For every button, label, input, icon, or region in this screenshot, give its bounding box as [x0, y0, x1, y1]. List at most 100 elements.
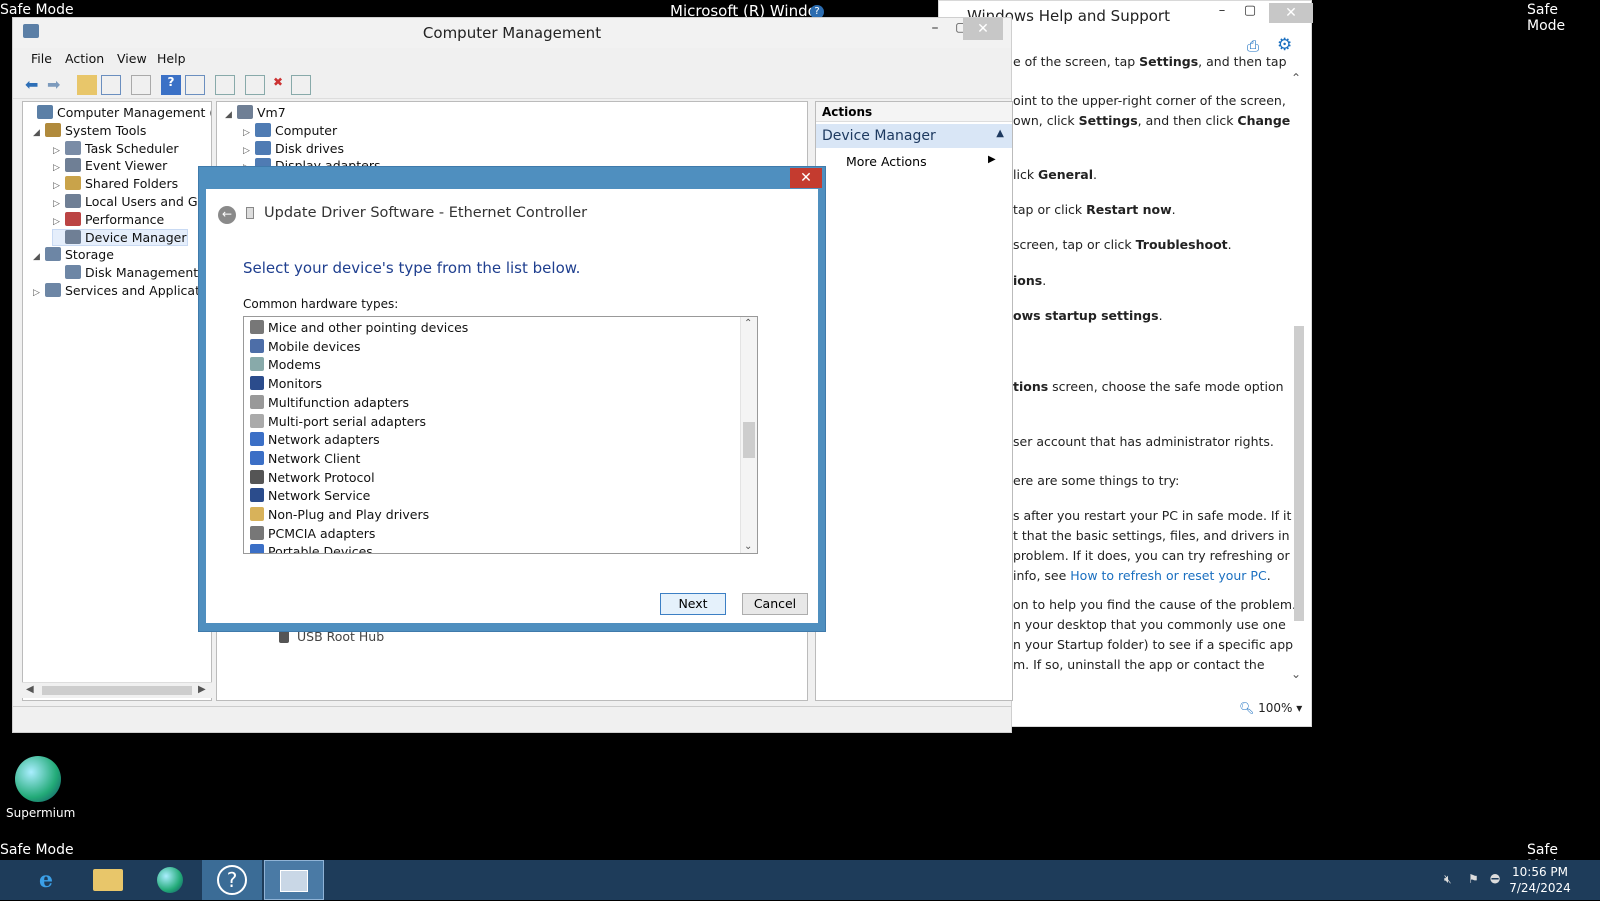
hardware-type-item[interactable]: Network adapters: [250, 432, 380, 451]
hardware-list-scrollbar[interactable]: ⌃ ⌄: [740, 317, 757, 553]
help-line-bold: ions: [1013, 273, 1043, 288]
expand-arrow-icon[interactable]: ▷: [53, 199, 65, 209]
help-line-text: , and then click: [1137, 113, 1238, 128]
back-arrow-icon[interactable]: ⬅: [25, 75, 45, 95]
help-link-refresh-reset[interactable]: How to refresh or reset your PC: [1070, 568, 1266, 583]
hardware-type-item[interactable]: PCMCIA adapters: [250, 525, 375, 545]
network-error-icon[interactable]: ⛔︎: [1490, 872, 1500, 887]
device-category-icon: [237, 105, 253, 119]
hardware-type-item[interactable]: Network Service: [250, 488, 370, 507]
up-folder-icon[interactable]: [77, 75, 97, 95]
dialog-title: Update Driver Software - Ethernet Contro…: [264, 205, 588, 221]
hardware-type-item[interactable]: Mice and other pointing devices: [250, 320, 468, 339]
gear-icon[interactable]: ⚙: [1277, 35, 1292, 55]
volume-muted-icon[interactable]: 🔇︎: [1444, 872, 1452, 887]
hardware-type-item[interactable]: Network Client: [250, 450, 360, 470]
print-icon[interactable]: ⎙: [1247, 37, 1259, 55]
expand-arrow-icon[interactable]: ▷: [243, 146, 255, 156]
hardware-type-item[interactable]: Mobile devices: [250, 338, 361, 358]
expand-arrow-icon[interactable]: ▷: [243, 128, 255, 138]
supermium-taskbar-icon[interactable]: [140, 860, 200, 900]
menu-view[interactable]: View: [117, 51, 147, 66]
menu-action[interactable]: Action: [65, 51, 104, 66]
tree-item[interactable]: ▷ Performance: [53, 211, 164, 227]
hardware-type-list[interactable]: Mice and other pointing devices Mobile de…: [243, 316, 758, 554]
hardware-type-icon: [250, 544, 264, 553]
tree-item[interactable]: ▷ Local Users and Group: [53, 194, 211, 209]
menu-help[interactable]: Help: [157, 51, 186, 66]
scroll-down-icon[interactable]: ⌄: [744, 541, 752, 552]
cm-close-button[interactable]: ✕: [963, 18, 1003, 40]
expand-arrow-icon[interactable]: ▷: [33, 288, 45, 298]
scroll-down-icon[interactable]: ⌄: [1291, 667, 1301, 681]
tree-item[interactable]: ▷ Event Viewer: [53, 158, 167, 173]
help-minimize-button[interactable]: –: [1208, 3, 1236, 23]
more-actions-item[interactable]: More Actions: [846, 154, 927, 169]
hardware-type-item[interactable]: Multi-port serial adapters: [250, 413, 426, 433]
tree-item[interactable]: Computer Management (Local: [25, 105, 211, 120]
scan-hardware-icon[interactable]: [215, 75, 235, 95]
properties-icon[interactable]: [131, 75, 151, 95]
device-category-item[interactable]: ◢ Vm7: [225, 105, 286, 120]
hardware-type-item[interactable]: Modems: [250, 357, 321, 376]
tree-item[interactable]: Device Manager: [52, 228, 188, 246]
uninstall-icon[interactable]: ✖: [268, 75, 288, 95]
tree-horizontal-scrollbar[interactable]: ◀ ▶: [22, 682, 212, 698]
help-close-button[interactable]: ✕: [1269, 3, 1313, 23]
tree-item[interactable]: ◢ System Tools: [33, 122, 146, 138]
tree-item[interactable]: ▷ Shared Folders: [53, 176, 178, 191]
internet-explorer-icon[interactable]: e: [16, 860, 76, 900]
hardware-type-icon: [250, 507, 264, 521]
hardware-list-scroll-thumb[interactable]: [743, 422, 755, 458]
tree-item[interactable]: ▷ Services and Applications: [33, 283, 212, 298]
action-pane-icon[interactable]: [185, 75, 205, 95]
expand-arrow-icon[interactable]: ▷: [53, 163, 65, 173]
action-center-flag-icon[interactable]: ⚑: [1468, 872, 1479, 886]
expand-arrow-icon[interactable]: ▷: [53, 217, 65, 227]
help-support-taskbar-icon[interactable]: ?: [202, 860, 262, 900]
expand-arrow-icon[interactable]: ◢: [33, 252, 45, 262]
file-explorer-icon[interactable]: [78, 860, 138, 900]
dialog-close-button[interactable]: ✕: [790, 168, 822, 188]
help-line: e of the screen, tap Settings, and then …: [1013, 54, 1287, 69]
cancel-button[interactable]: Cancel: [742, 593, 808, 615]
tree-item[interactable]: ◢ Storage: [33, 247, 114, 262]
show-hide-tree-icon[interactable]: [101, 75, 121, 95]
help-toolbar-icon[interactable]: ?: [161, 75, 181, 95]
help-maximize-button[interactable]: ▢: [1236, 3, 1264, 23]
back-button[interactable]: ←: [218, 206, 236, 224]
forward-arrow-icon[interactable]: ➡: [47, 75, 67, 95]
expand-arrow-icon[interactable]: ▷: [53, 146, 65, 156]
device-category-item[interactable]: ▷ Disk drives: [243, 140, 344, 156]
expand-arrow-icon[interactable]: ◢: [225, 110, 237, 120]
tray-clock[interactable]: 10:56 PM 7/24/2024: [1505, 864, 1575, 896]
zoom-control[interactable]: 🔍︎ 100% ▾: [1239, 701, 1302, 715]
expand-arrow-icon[interactable]: ▷: [53, 181, 65, 191]
hardware-type-item[interactable]: Non-Plug and Play drivers: [250, 507, 429, 526]
scroll-right-icon[interactable]: ▶: [198, 684, 206, 695]
collapse-up-icon[interactable]: ▲: [996, 128, 1004, 139]
expand-arrow-icon[interactable]: ◢: [33, 128, 45, 138]
tree-hscroll-thumb[interactable]: [42, 686, 192, 695]
cm-minimize-button[interactable]: –: [921, 20, 949, 42]
tree-item[interactable]: ▷ Task Scheduler: [53, 140, 179, 156]
menu-file[interactable]: File: [31, 51, 52, 66]
scroll-up-icon[interactable]: ⌃: [744, 318, 752, 329]
update-driver-icon[interactable]: [245, 75, 265, 95]
tree-item-label: Services and Applications: [65, 283, 212, 298]
hardware-type-label: Multifunction adapters: [268, 394, 410, 410]
enable-device-icon[interactable]: [291, 75, 311, 95]
device-category-item[interactable]: ▷ Computer: [243, 122, 337, 138]
tree-item[interactable]: Disk Management: [53, 265, 198, 280]
actions-device-manager[interactable]: Device Manager ▲: [816, 124, 1012, 148]
supermium-desktop-icon[interactable]: Supermium: [6, 756, 75, 820]
hardware-type-item[interactable]: Monitors: [250, 376, 322, 395]
scroll-left-icon[interactable]: ◀: [26, 684, 34, 695]
computer-management-taskbar-icon[interactable]: [264, 860, 324, 900]
scroll-up-icon[interactable]: ⌃: [1291, 71, 1301, 85]
hardware-type-item[interactable]: Portable Devices: [250, 544, 373, 553]
next-button[interactable]: Next: [660, 593, 726, 615]
hardware-type-icon: [250, 469, 264, 484]
hardware-type-item[interactable]: Network Protocol: [250, 469, 375, 489]
help-scrollbar-thumb[interactable]: [1294, 326, 1304, 621]
